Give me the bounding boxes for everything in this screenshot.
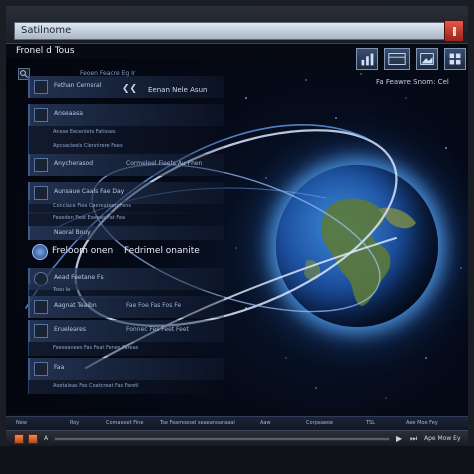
sidebar-item-label: Naoral Bouy [54, 229, 91, 236]
globe-icon [32, 244, 48, 260]
status-item[interactable]: Aaw [260, 420, 271, 426]
app-title: Fronel d Tous [16, 46, 75, 56]
status-item[interactable]: Corpeaeoe [306, 420, 333, 426]
sidebar-subitem[interactable]: Apcsacieels Clennirere Fees [28, 140, 224, 154]
sidebar-item-label: Anycherasod [54, 160, 93, 167]
sidebar-item-value: Cormeleel Fieets Au Fhen [126, 160, 203, 167]
sidebar-subitem[interactable]: Feeseanees Fas Feat Fenes Fareas [28, 342, 224, 356]
sidebar-item[interactable]: Faa [28, 358, 224, 380]
sidebar-item-label: Erueleares [54, 326, 86, 333]
sidebar-item-label: Apcsacieels Clennirere Fees [53, 143, 123, 149]
sidebar-item-label: Aead Feetane Fs [54, 274, 104, 281]
stop-button[interactable] [14, 434, 24, 444]
title-bar: Satilnome [6, 6, 468, 44]
status-item[interactable]: Tse Feamoesel seaeanoaraaal [160, 420, 235, 426]
highlight-row-label: Freloom onen [52, 246, 114, 256]
sidebar-item-label: Aunsaue Caals Fae Day [54, 188, 125, 195]
image-button[interactable] [416, 48, 438, 70]
progress-track[interactable] [54, 437, 390, 441]
sidebar-item-label: Aagnat Teaibn [54, 302, 97, 309]
sidebar-item-label: Feeseanees Fas Feat Fenes Fareas [53, 345, 139, 351]
sidebar-item-value: Fae Foe Fas Fos Fe [126, 302, 182, 309]
status-item[interactable]: Comaeoet Fine [106, 420, 143, 426]
chevron-left-icon[interactable]: ❮❮ [122, 84, 137, 94]
status-item[interactable]: TSL [366, 420, 375, 426]
highlight-row-value: Fedrimel onanite [124, 246, 200, 256]
highlight-row[interactable]: Freloom onen Fedrimel onanite [28, 242, 228, 264]
chart-icon [34, 186, 48, 200]
window-bottom-edge [0, 446, 474, 474]
arrow-icon [34, 300, 48, 314]
status-roy[interactable]: Roy [70, 420, 79, 426]
status-item[interactable]: Aee Moe Fey [406, 420, 438, 426]
player-label-left: A [44, 435, 49, 442]
sidebar-item-label: Conclace Fiee Caereatoen Fens [53, 203, 132, 209]
play-icon[interactable]: ▶ [396, 434, 402, 443]
sidebar-subitem[interactable]: Feseden Feat Eeeeas Fat Fea [28, 212, 224, 226]
close-button[interactable] [444, 20, 464, 42]
sidebar-item[interactable]: Erueleares Fonnec Fes Feet Feet [28, 320, 224, 342]
sidebar-item-label: Anseaasa [54, 110, 83, 117]
sidebar-item-label: Faa [54, 364, 65, 371]
layout-button[interactable] [384, 48, 410, 70]
sidebar-item-value: Fonnec Fes Feet Feet [126, 326, 189, 333]
sidebar-item[interactable]: Anseaasa [28, 104, 224, 126]
sidebar-item-label: Aoetaleas Fes Coatcreat Fas Faretl [53, 383, 139, 389]
network-icon [34, 362, 48, 376]
user-icon [34, 108, 48, 122]
sidebar-item[interactable]: Aagnat Teaibn Fae Foe Fas Fos Fe [28, 296, 224, 318]
player-bar: A ▶ ⏭ Ape Mow Ey [6, 430, 468, 446]
grid-button[interactable] [444, 48, 466, 70]
sidebar-subitem[interactable]: Anese Eecenlets Fatisses [28, 126, 224, 140]
record-button[interactable] [28, 434, 38, 444]
status-bar: New Roy Comaeoet Fine Tse Feamoesel seae… [6, 416, 468, 430]
sidebar-subitem[interactable]: Aoetaleas Fes Coatcreat Fas Faretl [28, 380, 224, 394]
main-view: Feoen Feacre Eg Ir Fethan Cernsral ❮❮ Ee… [6, 58, 468, 414]
sidebar: Feoen Feacre Eg Ir Fethan Cernsral ❮❮ Ee… [10, 62, 224, 408]
player-label-right: Ape Mow Ey [424, 435, 461, 442]
status-new[interactable]: New [16, 420, 27, 426]
sidebar-item-label: Feseden Feat Eeeeas Fat Fea [53, 215, 126, 221]
document-icon [34, 324, 48, 338]
nav-link[interactable]: Eenan Nele Asun [148, 86, 207, 94]
skip-icon[interactable]: ⏭ [410, 434, 417, 444]
sidebar-item[interactable]: Anycherasod Cormeleel Fieets Au Fhen [28, 154, 224, 176]
panel-icon [34, 80, 48, 94]
chart-button[interactable] [356, 48, 378, 70]
right-header-link[interactable]: Fa Feawre Snom: Cel [376, 78, 449, 86]
sidebar-item-label: Tsou Ia [53, 287, 71, 293]
sidebar-item-label: Fethan Cernsral [54, 82, 102, 89]
folder-icon [34, 158, 48, 172]
sidebar-item[interactable]: Naoral Bouy [28, 226, 224, 240]
address-field[interactable]: Satilnome [14, 22, 446, 40]
sidebar-item-label: Anese Eecenlets Fatisses [53, 129, 116, 135]
